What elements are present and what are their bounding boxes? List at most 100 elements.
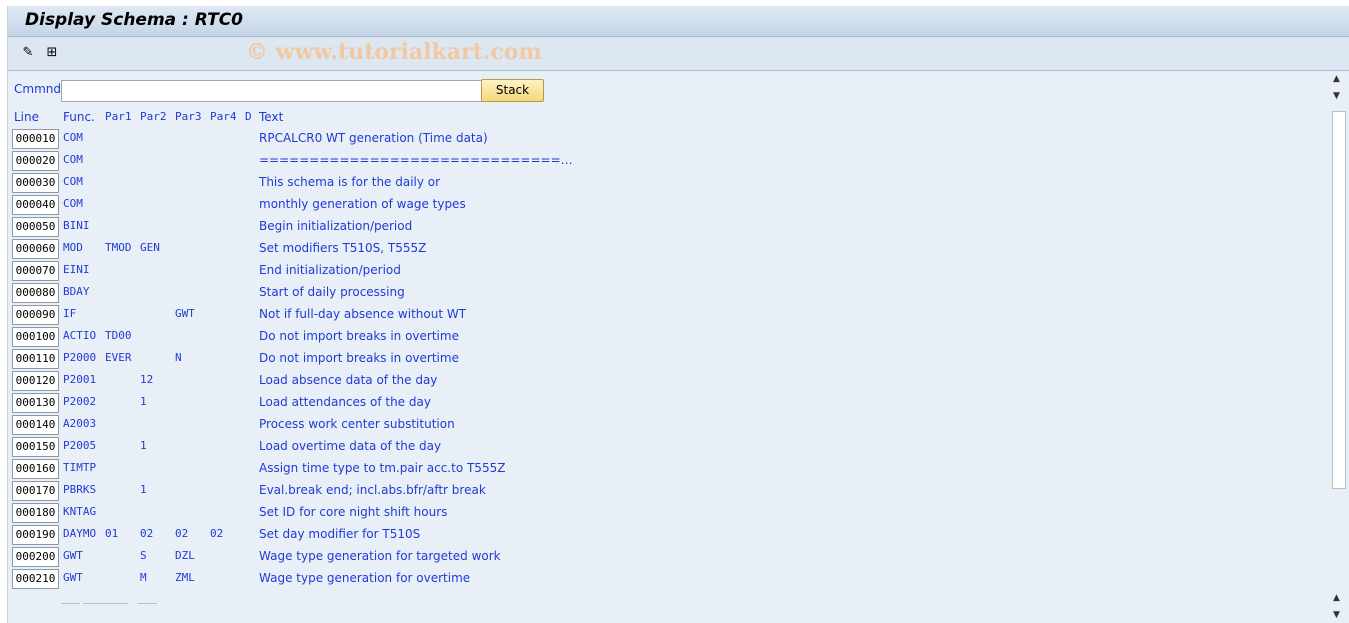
table-row: 000120 P2001 12 Load absence data of the da… bbox=[8, 370, 608, 392]
cell-text: Eval.break end; incl.abs.bfr/aftr break bbox=[259, 483, 486, 497]
cell-func: P2002 bbox=[63, 395, 97, 408]
cell-par3: 02 bbox=[175, 527, 189, 540]
line-number-field[interactable]: 000160 bbox=[12, 459, 59, 479]
vertical-scrollbar[interactable]: ▲ ▼ ▲ ▼ bbox=[1330, 71, 1346, 623]
table-row: 000100 ACTIO TD00 Do not import breaks in o… bbox=[8, 326, 608, 348]
line-number-field[interactable]: 000070 bbox=[12, 261, 59, 281]
hierarchy-icon[interactable]: ⊞ bbox=[44, 45, 60, 61]
line-number-field[interactable]: 000130 bbox=[12, 393, 59, 413]
divider bbox=[138, 603, 157, 604]
header-par4: Par4 bbox=[210, 110, 237, 123]
scroll-down-icon[interactable]: ▼ bbox=[1333, 91, 1340, 101]
header-par3: Par3 bbox=[175, 110, 202, 123]
line-number-field[interactable]: 000040 bbox=[12, 195, 59, 215]
table-row: 000030 COM This schema is for the daily or bbox=[8, 172, 608, 194]
page-title: Display Schema : RTC0 bbox=[25, 10, 244, 30]
line-number-field[interactable]: 000190 bbox=[12, 525, 59, 545]
cell-text: Set day modifier for T510S bbox=[259, 527, 421, 541]
line-number-field[interactable]: 000140 bbox=[12, 415, 59, 435]
cell-text: Load attendances of the day bbox=[259, 395, 431, 409]
cell-par1: TMOD bbox=[105, 241, 132, 254]
cell-func: COM bbox=[63, 153, 83, 166]
scroll-up-icon[interactable]: ▲ bbox=[1333, 593, 1340, 603]
scroll-down-icon[interactable]: ▼ bbox=[1333, 610, 1340, 620]
table-row: 000010 COM RPCALCR0 WT generation (Time da… bbox=[8, 128, 608, 150]
header-func: Func. bbox=[63, 110, 95, 124]
line-number-field[interactable]: 000110 bbox=[12, 349, 59, 369]
line-number-field[interactable]: 000170 bbox=[12, 481, 59, 501]
table-row: 000140 A2003 Process work center substitut… bbox=[8, 414, 608, 436]
cell-func: PBRKS bbox=[63, 483, 97, 496]
edit-pencil-icon[interactable]: ✎ bbox=[20, 45, 36, 61]
cell-par1: EVER bbox=[105, 351, 132, 364]
cell-par2: 1 bbox=[140, 439, 147, 452]
cell-func: P2005 bbox=[63, 439, 97, 452]
line-number-field[interactable]: 000020 bbox=[12, 151, 59, 171]
line-number-field[interactable]: 000200 bbox=[12, 547, 59, 567]
table-row: 000040 COM monthly generation of wage type… bbox=[8, 194, 608, 216]
cell-text: Wage type generation for targeted work bbox=[259, 549, 501, 563]
line-number-field[interactable]: 000080 bbox=[12, 283, 59, 303]
cell-par2: S bbox=[140, 549, 147, 562]
cell-func: BDAY bbox=[63, 285, 90, 298]
cell-func: MOD bbox=[63, 241, 83, 254]
cell-func: COM bbox=[63, 131, 83, 144]
divider bbox=[83, 603, 128, 604]
cell-func: GWT bbox=[63, 571, 83, 584]
cell-text: ==============================… bbox=[259, 153, 573, 167]
cell-par2: 1 bbox=[140, 483, 147, 496]
line-number-field[interactable]: 000120 bbox=[12, 371, 59, 391]
cell-text: Do not import breaks in overtime bbox=[259, 329, 459, 343]
cell-func: P2001 bbox=[63, 373, 97, 386]
toolbar: ✎ ⊞ © www.tutorialkart.com bbox=[8, 37, 1349, 71]
table-row: 000020 COM ==============================… bbox=[8, 150, 608, 172]
cell-text: Load overtime data of the day bbox=[259, 439, 442, 453]
line-number-field[interactable]: 000010 bbox=[12, 129, 59, 149]
sap-window: Display Schema : RTC0 ✎ ⊞ © www.tutorial… bbox=[7, 6, 1349, 623]
table-row: 000160 TIMTP Assign time type to tm.pair a… bbox=[8, 458, 608, 480]
line-number-field[interactable]: 000050 bbox=[12, 217, 59, 237]
table-row: 000050 BINI Begin initialization/period bbox=[8, 216, 608, 238]
cell-par1: TD00 bbox=[105, 329, 132, 342]
header-par2: Par2 bbox=[140, 110, 167, 123]
table-row: 000070 EINI End initialization/period bbox=[8, 260, 608, 282]
stack-button[interactable]: Stack bbox=[481, 79, 544, 102]
line-number-field[interactable]: 000150 bbox=[12, 437, 59, 457]
table-row: 000180 KNTAG Set ID for core night shift h… bbox=[8, 502, 608, 524]
line-number-field[interactable]: 000030 bbox=[12, 173, 59, 193]
header-line: Line bbox=[14, 110, 40, 124]
cell-func: EINI bbox=[63, 263, 90, 276]
cell-text: Set ID for core night shift hours bbox=[259, 505, 448, 519]
cell-text: Start of daily processing bbox=[259, 285, 405, 299]
cell-func: P2000 bbox=[63, 351, 97, 364]
schema-editor: Cmmnd Stack Line Func. Par1 Par2 Par3 Pa… bbox=[8, 71, 1330, 623]
table-row: 000170 PBRKS 1 Eval.break end; incl.abs.bfr… bbox=[8, 480, 608, 502]
cell-text: Set modifiers T510S, T555Z bbox=[259, 241, 427, 255]
line-number-field[interactable]: 000090 bbox=[12, 305, 59, 325]
cell-func: KNTAG bbox=[63, 505, 97, 518]
line-number-field[interactable]: 000210 bbox=[12, 569, 59, 589]
line-number-field[interactable]: 000100 bbox=[12, 327, 59, 347]
cell-text: Wage type generation for overtime bbox=[259, 571, 471, 585]
scroll-up-icon[interactable]: ▲ bbox=[1333, 74, 1340, 84]
header-par1: Par1 bbox=[105, 110, 132, 123]
line-number-field[interactable]: 000180 bbox=[12, 503, 59, 523]
cell-par4: 02 bbox=[210, 527, 224, 540]
cell-par2: GEN bbox=[140, 241, 160, 254]
command-label: Cmmnd bbox=[14, 82, 61, 96]
command-input[interactable] bbox=[61, 80, 482, 102]
table-row: 000190 DAYMO 01 02 02 02 Set day modifier for … bbox=[8, 524, 608, 546]
cell-func: IF bbox=[63, 307, 77, 320]
cell-par2: M bbox=[140, 571, 147, 584]
line-number-field[interactable]: 000060 bbox=[12, 239, 59, 259]
cell-text: This schema is for the daily or bbox=[259, 175, 441, 189]
scroll-thumb[interactable] bbox=[1332, 111, 1346, 489]
table-row: 000130 P2002 1 Load attendances of the day bbox=[8, 392, 608, 414]
cell-par3: GWT bbox=[175, 307, 195, 320]
cell-func: COM bbox=[63, 175, 83, 188]
table-row: 000210 GWT M ZML Wage type generation for ov… bbox=[8, 568, 608, 590]
cell-func: ACTIO bbox=[63, 329, 97, 342]
divider bbox=[61, 603, 80, 604]
cell-func: BINI bbox=[63, 219, 90, 232]
cell-par2: 12 bbox=[140, 373, 154, 386]
